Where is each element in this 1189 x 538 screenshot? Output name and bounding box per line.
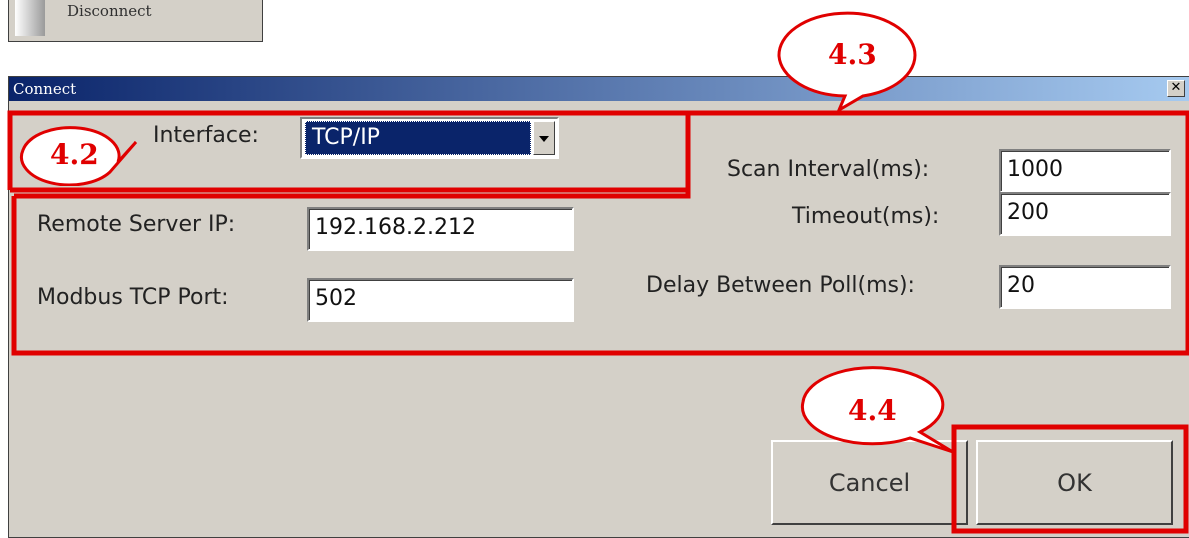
modbus-tcp-port-label: Modbus TCP Port: — [37, 285, 229, 310]
callout-label-4-2: 4.2 — [50, 138, 99, 171]
interface-label: Interface: — [153, 123, 259, 148]
context-menu-fragment: Disconnect — [8, 0, 263, 42]
timeout-label: Timeout(ms): — [792, 204, 940, 229]
ok-button[interactable]: OK — [976, 440, 1173, 525]
menu-icon-strip — [15, 0, 45, 36]
interface-selected-value: TCP/IP — [305, 121, 531, 155]
remote-server-ip-input[interactable]: 192.168.2.212 — [307, 207, 574, 251]
interface-select[interactable]: TCP/IP — [300, 117, 559, 159]
remote-server-ip-label: Remote Server IP: — [37, 212, 236, 237]
delay-between-poll-input[interactable]: 20 — [999, 265, 1171, 309]
chevron-down-icon[interactable] — [533, 121, 555, 155]
dialog-title: Connect — [13, 80, 77, 98]
delay-between-poll-label: Delay Between Poll(ms): — [646, 273, 915, 298]
dialog-titlebar[interactable]: Connect ✕ — [9, 77, 1189, 101]
callout-label-4-3: 4.3 — [828, 38, 877, 71]
callout-label-4-4: 4.4 — [848, 394, 897, 427]
connect-dialog: Connect ✕ Interface: TCP/IP Remote Serve… — [8, 76, 1189, 538]
timeout-input[interactable]: 200 — [999, 192, 1171, 236]
menu-item-disconnect[interactable]: Disconnect — [67, 2, 152, 20]
modbus-tcp-port-input[interactable]: 502 — [307, 278, 574, 322]
scan-interval-input[interactable]: 1000 — [999, 149, 1171, 193]
scan-interval-label: Scan Interval(ms): — [727, 157, 930, 182]
close-icon[interactable]: ✕ — [1167, 80, 1185, 97]
